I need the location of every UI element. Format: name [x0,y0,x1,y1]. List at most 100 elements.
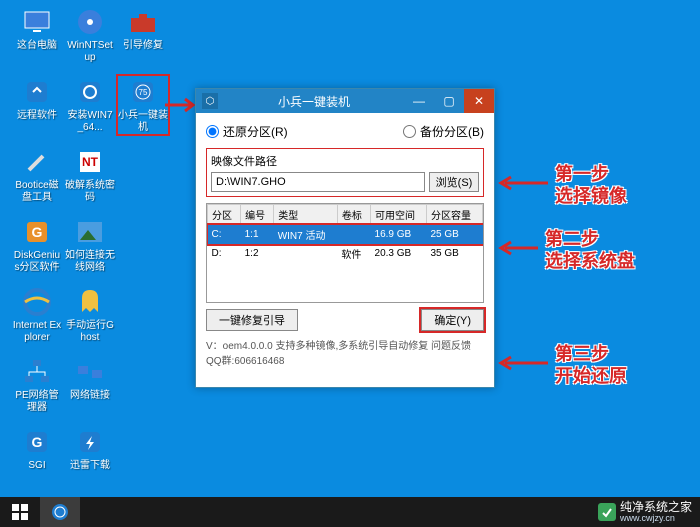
desktop-icon-crack-password[interactable]: NT 破解系统密码 [65,146,115,204]
watermark-logo-icon [598,503,616,521]
ie-icon [21,286,53,318]
desktop-icon-ghost[interactable]: 手动运行Ghost [65,286,115,344]
svg-text:G: G [32,434,43,450]
icon-label: 如何连接无线网络 [65,250,115,274]
installer-icon [50,502,70,522]
arrow-icon [495,238,540,258]
restore-label: 还原分区(R) [223,123,288,140]
installer-window: ⬡ 小兵一键装机 — ▢ ✕ 还原分区(R) 备份分区(B) 映像文件路径 [195,88,495,388]
desktop-icon-sgi[interactable]: G SGI [12,426,62,472]
thunder-icon [74,426,106,458]
col-volume[interactable]: 卷标 [337,205,370,225]
backup-label: 备份分区(B) [420,123,484,140]
icon-label: Bootice磁盘工具 [12,180,62,204]
col-partition[interactable]: 分区 [208,205,241,225]
icon-label: Internet Explorer [12,320,62,344]
desktop-icon-diskgenius[interactable]: G DiskGenius分区软件 [12,216,62,274]
icon-label: PE网络管理器 [12,390,62,414]
icon-label: 迅雷下载 [65,460,115,472]
fix-boot-button[interactable]: 一键修复引导 [206,309,298,331]
arrow-icon [495,353,550,373]
button-row: 一键修复引导 确定(Y) [206,309,484,331]
step3-text: 开始还原 [555,365,627,387]
image-path-label: 映像文件路径 [211,153,479,169]
image-icon [74,216,106,248]
icon-label: 小兵一键装机 [118,110,168,134]
desktop: 这台电脑 WinNTSetup 引导修复 远程软件 安装WIN7_64... 7… [0,0,700,527]
browse-button[interactable]: 浏览(S) [429,172,479,192]
desktop-icon-install-win7[interactable]: 安装WIN7_64... [65,76,115,134]
nt-icon: NT [74,146,106,178]
step2-annotation: 第二步 选择系统盘 [545,228,635,272]
sgi-icon: G [21,426,53,458]
svg-text:G: G [32,224,43,240]
minimize-button[interactable]: — [404,89,434,113]
col-index[interactable]: 编号 [241,205,274,225]
svg-text:75: 75 [139,88,148,97]
icon-label: 手动运行Ghost [65,320,115,344]
svg-text:NT: NT [82,155,99,169]
task-item-installer[interactable] [40,497,80,527]
col-free[interactable]: 可用空间 [371,205,427,225]
titlebar[interactable]: ⬡ 小兵一键装机 — ▢ ✕ [196,89,494,113]
desktop-icon-remote[interactable]: 远程软件 [12,76,62,122]
icon-label: 安装WIN7_64... [65,110,115,134]
installer-icon: 75 [127,76,159,108]
desktop-icon-thunder[interactable]: 迅雷下载 [65,426,115,472]
computer-icon [21,6,53,38]
step2-title: 第二步 [545,228,635,250]
restore-radio-input[interactable] [206,125,219,138]
partition-table[interactable]: 分区 编号 类型 卷标 可用空间 分区容量 C: 1:1 WIN7 活动 [206,203,484,303]
maximize-button[interactable]: ▢ [434,89,464,113]
app-icon: ⬡ [202,93,218,109]
remote-icon [21,76,53,108]
watermark: 纯净系统之家 www.cwjzy.cn [598,501,692,523]
icon-label: WinNTSetup [65,40,115,64]
icon-label: 破解系统密码 [65,180,115,204]
ghost-icon [74,286,106,318]
close-button[interactable]: ✕ [464,89,494,113]
restore-radio[interactable]: 还原分区(R) [206,123,288,140]
wrench-icon [21,146,53,178]
step1-title: 第一步 [555,163,627,185]
col-type[interactable]: 类型 [274,205,338,225]
table-row[interactable]: D: 1:2 软件 20.3 GB 35 GB [208,244,483,263]
icon-label: 网络链接 [65,390,115,402]
backup-radio[interactable]: 备份分区(B) [403,123,484,140]
arrow-icon [495,173,550,193]
backup-radio-input[interactable] [403,125,416,138]
desktop-icon-ie[interactable]: Internet Explorer [12,286,62,344]
desktop-icon-bootice[interactable]: Bootice磁盘工具 [12,146,62,204]
step3-title: 第三步 [555,343,627,365]
window-body: 还原分区(R) 备份分区(B) 映像文件路径 浏览(S) [196,113,494,377]
desktop-icon-boot-repair[interactable]: 引导修复 [118,6,168,52]
desktop-icon-wifi-help[interactable]: 如何连接无线网络 [65,216,115,274]
image-path-group: 映像文件路径 浏览(S) [206,148,484,197]
watermark-name: 纯净系统之家 [620,501,692,513]
desktop-icon-pe-network[interactable]: PE网络管理器 [12,356,62,414]
icon-label: DiskGenius分区软件 [12,250,62,274]
ok-button[interactable]: 确定(Y) [421,309,484,331]
icon-label: 远程软件 [12,110,62,122]
watermark-url: www.cwjzy.cn [620,513,692,523]
step1-annotation: 第一步 选择镜像 [555,163,627,207]
mode-row: 还原分区(R) 备份分区(B) [206,123,484,140]
network-icon [21,356,53,388]
desktop-icon-this-pc[interactable]: 这台电脑 [12,6,62,52]
footer-info: V：oem4.0.0.0 支持多种镜像,多系统引导自动修复 问题反馈QQ群:60… [206,337,484,367]
col-size[interactable]: 分区容量 [426,205,482,225]
desktop-icon-network-link[interactable]: 网络链接 [65,356,115,402]
image-path-input[interactable] [211,172,425,192]
desktop-icon-winntsetup[interactable]: WinNTSetup [65,6,115,64]
table-row[interactable]: C: 1:1 WIN7 活动 16.9 GB 25 GB [208,225,483,245]
step2-text: 选择系统盘 [545,250,635,272]
diskgenius-icon: G [21,216,53,248]
selection-arrow-icon [163,95,198,115]
icon-label: 引导修复 [118,40,168,52]
start-button[interactable] [0,497,40,527]
desktop-icon-xiaobing-installer[interactable]: 75 小兵一键装机 [118,76,168,134]
connection-icon [74,356,106,388]
disk-icon [74,6,106,38]
toolbox-icon [127,6,159,38]
windows-icon [12,504,28,520]
